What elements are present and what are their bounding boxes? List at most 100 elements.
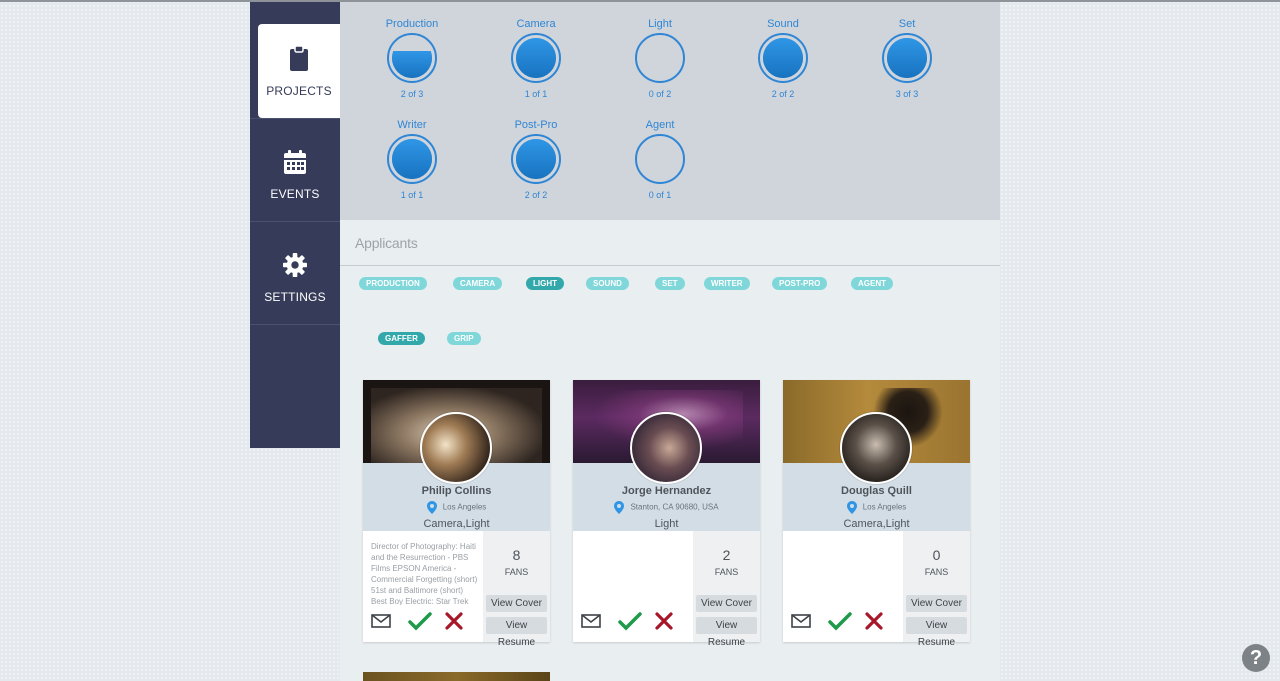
card-side-panel: 8 FANS View Cover View Resume: [483, 531, 550, 648]
applicant-roles: Camera,Light: [843, 518, 910, 530]
crew-slot-post-pro[interactable]: Post-Pro 2 of 2: [481, 118, 591, 200]
applicant-card[interactable]: Douglas Quill Los Angeles Camera,Light 0…: [783, 380, 970, 648]
location-text: Stanton, CA 90680, USA: [630, 502, 719, 512]
applicant-bio: Director of Photography: Haiti and the R…: [371, 542, 478, 605]
message-icon[interactable]: [581, 613, 601, 629]
crew-slot-camera[interactable]: Camera 1 of 1: [481, 17, 591, 99]
crew-name: Set: [898, 18, 916, 30]
view-cover-button[interactable]: View Cover: [906, 595, 967, 612]
sidebar-item-label: SETTINGS: [264, 290, 326, 304]
crew-count: 3 of 3: [895, 89, 919, 99]
sidebar-item-events[interactable]: EVENTS: [250, 127, 340, 221]
fans-count: 0: [932, 547, 941, 563]
crew-name: Light: [648, 18, 672, 30]
filter-chip-set[interactable]: SET: [655, 277, 685, 290]
crew-fill-gauge: [511, 33, 561, 83]
sidebar-item-label: PROJECTS: [266, 84, 332, 98]
crew-name: Writer: [397, 119, 427, 131]
message-icon[interactable]: [371, 613, 391, 629]
applicants-header: Applicants: [340, 220, 1000, 266]
clipboard-icon: [290, 46, 308, 71]
filter-chip-light[interactable]: LIGHT: [526, 277, 564, 290]
divider: [250, 221, 340, 222]
filter-chip-post-pro[interactable]: POST-PRO: [772, 277, 828, 290]
location-pin-icon: [846, 501, 857, 514]
applicant-card-partial[interactable]: [363, 672, 550, 681]
view-resume-button[interactable]: View Resume: [906, 617, 967, 648]
applicant-location: Stanton, CA 90680, USA: [573, 501, 760, 514]
view-resume-button[interactable]: View Resume: [486, 617, 547, 648]
crew-slot-set[interactable]: Set 3 of 3: [852, 17, 962, 99]
section-title: Applicants: [355, 235, 418, 251]
fans-label: FANS: [714, 567, 739, 577]
sidebar-item-settings[interactable]: SETTINGS: [250, 230, 340, 324]
applicant-bio: [791, 541, 901, 605]
location-pin-icon: [614, 501, 625, 514]
avatar: [420, 412, 492, 484]
accept-check-icon[interactable]: [618, 611, 642, 631]
crew-count: 0 of 2: [648, 89, 672, 99]
crew-slot-light[interactable]: Light 0 of 2: [605, 17, 715, 99]
calendar-icon: [284, 150, 306, 174]
gear-icon: [283, 253, 307, 277]
sidebar: PROJECTS EVENTS SETTINGS: [250, 2, 340, 448]
reject-x-icon[interactable]: [865, 612, 883, 630]
view-cover-button[interactable]: View Cover: [696, 595, 757, 612]
crew-fill-gauge: [511, 134, 561, 184]
crew-count: 1 of 1: [524, 89, 548, 99]
crew-count: 2 of 3: [400, 89, 424, 99]
accept-check-icon[interactable]: [408, 611, 432, 631]
subfilter-chip-grip[interactable]: GRIP: [447, 332, 481, 345]
crew-slot-production[interactable]: Production 2 of 3: [357, 17, 467, 99]
crew-slot-sound[interactable]: Sound 2 of 2: [728, 17, 838, 99]
crew-status-panel: Production 2 of 3 Camera 1 of 1 Light 0 …: [340, 2, 1000, 220]
reject-x-icon[interactable]: [655, 612, 673, 630]
filter-chip-camera[interactable]: CAMERA: [453, 277, 503, 290]
subfilter-chip-gaffer[interactable]: GAFFER: [378, 332, 425, 345]
applicant-card[interactable]: Philip Collins Los Angeles Camera,Light …: [363, 380, 550, 648]
sidebar-item-projects[interactable]: PROJECTS: [258, 24, 340, 118]
crew-slot-writer[interactable]: Writer 1 of 1: [357, 118, 467, 200]
applicant-name[interactable]: Jorge Hernandez: [573, 485, 760, 497]
location-text: Los Angeles: [442, 502, 487, 512]
avatar: [840, 412, 912, 484]
crew-slot-agent[interactable]: Agent 0 of 1: [605, 118, 715, 200]
crew-fill-gauge: [387, 33, 437, 83]
crew-fill-gauge: [635, 134, 685, 184]
crew-fill-gauge: [387, 134, 437, 184]
applicant-card[interactable]: Jorge Hernandez Stanton, CA 90680, USA L…: [573, 380, 760, 648]
divider: [250, 118, 340, 119]
crew-fill-gauge: [758, 33, 808, 83]
filter-chip-writer[interactable]: WRITER: [704, 277, 750, 290]
filter-chip-sound[interactable]: SOUND: [586, 277, 629, 290]
card-side-panel: 0 FANS View Cover View Resume: [903, 531, 970, 648]
divider: [250, 324, 340, 325]
applicant-name[interactable]: Douglas Quill: [783, 485, 970, 497]
crew-name: Agent: [645, 119, 675, 131]
applicant-location: Los Angeles: [363, 501, 550, 514]
crew-count: 2 of 2: [771, 89, 795, 99]
applicant-bio: [581, 541, 691, 605]
fans-count: 2: [722, 547, 731, 563]
avatar: [630, 412, 702, 484]
help-button[interactable]: ?: [1242, 644, 1270, 672]
filter-chip-production[interactable]: PRODUCTION: [359, 277, 427, 290]
sidebar-item-label: EVENTS: [270, 187, 320, 201]
fans-label: FANS: [924, 567, 949, 577]
crew-fill-gauge: [882, 33, 932, 83]
filter-chip-agent[interactable]: AGENT: [851, 277, 893, 290]
applicant-location: Los Angeles: [783, 501, 970, 514]
card-side-panel: 2 FANS View Cover View Resume: [693, 531, 760, 648]
accept-check-icon[interactable]: [828, 611, 852, 631]
crew-count: 2 of 2: [524, 190, 548, 200]
crew-name: Sound: [767, 18, 799, 30]
location-text: Los Angeles: [862, 502, 907, 512]
view-resume-button[interactable]: View Resume: [696, 617, 757, 648]
crew-count: 0 of 1: [648, 190, 672, 200]
reject-x-icon[interactable]: [445, 612, 463, 630]
message-icon[interactable]: [791, 613, 811, 629]
view-cover-button[interactable]: View Cover: [486, 595, 547, 612]
applicant-roles: Camera,Light: [423, 518, 490, 530]
crew-name: Post-Pro: [514, 119, 558, 131]
applicant-name[interactable]: Philip Collins: [363, 485, 550, 497]
